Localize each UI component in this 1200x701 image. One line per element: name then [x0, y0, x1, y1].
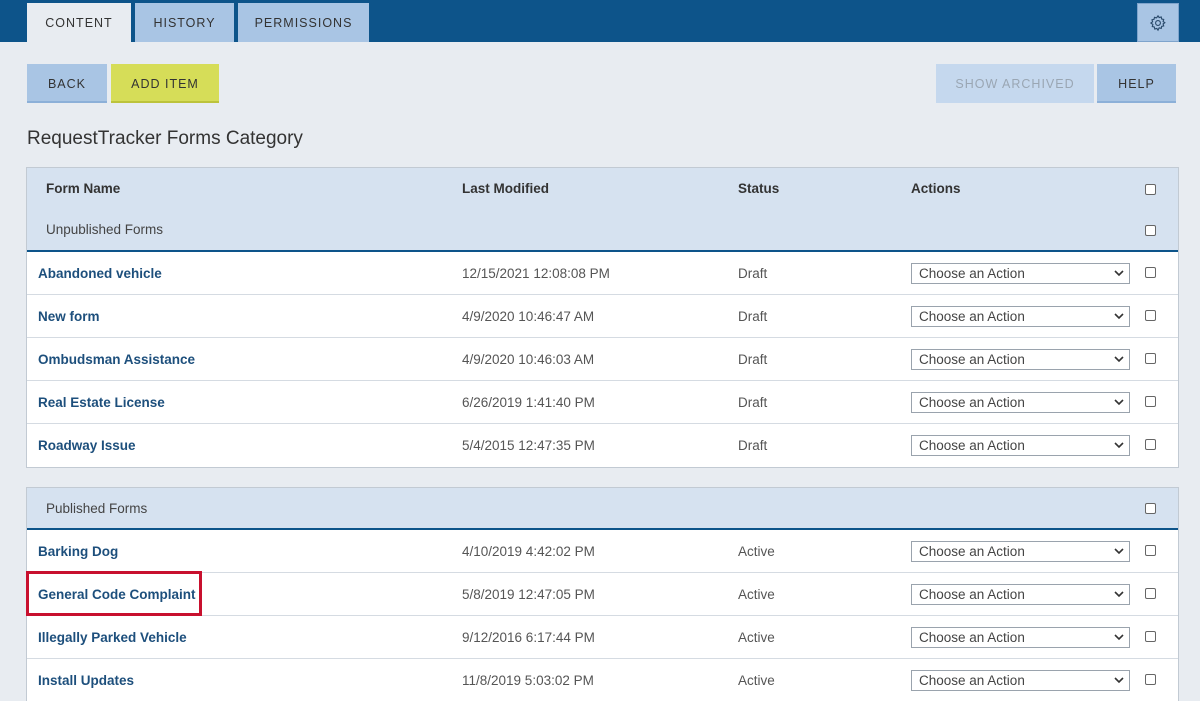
status: Active	[738, 586, 775, 602]
column-header-last-modified: Last Modified	[462, 181, 549, 196]
action-select-value: Choose an Action	[919, 544, 1025, 559]
action-select-value: Choose an Action	[919, 266, 1025, 281]
table-body: Barking Dog 4/10/2019 4:42:02 PM Active …	[27, 530, 1178, 701]
chevron-down-icon	[1114, 677, 1124, 684]
last-modified: 11/8/2019 5:03:02 PM	[462, 673, 594, 688]
tab-content[interactable]: CONTENT	[27, 3, 131, 42]
action-select-value: Choose an Action	[919, 352, 1025, 367]
group-checkbox-published[interactable]	[1145, 503, 1156, 514]
row-checkbox[interactable]	[1145, 545, 1156, 556]
show-archived-button[interactable]: SHOW ARCHIVED	[936, 64, 1094, 103]
table-row: Roadway Issue 5/4/2015 12:47:35 PM Draft…	[27, 424, 1178, 467]
form-link[interactable]: Install Updates	[38, 659, 134, 701]
select-all-checkbox[interactable]	[1145, 184, 1156, 195]
tab-permissions[interactable]: PERMISSIONS	[238, 3, 369, 42]
status: Draft	[738, 351, 768, 367]
table-row: Real Estate License 6/26/2019 1:41:40 PM…	[27, 381, 1178, 424]
table-row: Ombudsman Assistance 4/9/2020 10:46:03 A…	[27, 338, 1178, 381]
tab-history[interactable]: HISTORY	[135, 3, 234, 42]
table-row: Abandoned vehicle 12/15/2021 12:08:08 PM…	[27, 252, 1178, 295]
last-modified: 12/15/2021 12:08:08 PM	[462, 265, 610, 281]
row-checkbox[interactable]	[1145, 396, 1156, 407]
table-row: New form 4/9/2020 10:46:47 AM Draft Choo…	[27, 295, 1178, 338]
action-select[interactable]: Choose an Action	[911, 392, 1130, 413]
last-modified: 5/4/2015 12:47:35 PM	[462, 438, 595, 453]
row-checkbox[interactable]	[1145, 267, 1156, 278]
form-link[interactable]: Real Estate License	[38, 381, 165, 423]
chevron-down-icon	[1114, 313, 1124, 320]
chevron-down-icon	[1114, 548, 1124, 555]
status: Draft	[738, 265, 768, 281]
status: Draft	[738, 394, 768, 410]
table-row: General Code Complaint 5/8/2019 12:47:05…	[27, 573, 1178, 616]
chevron-down-icon	[1114, 442, 1124, 449]
last-modified: 4/9/2020 10:46:47 AM	[462, 308, 595, 324]
action-select[interactable]: Choose an Action	[911, 349, 1130, 370]
form-link[interactable]: New form	[38, 295, 100, 337]
column-header-form-name: Form Name	[46, 181, 121, 196]
table-body: Abandoned vehicle 12/15/2021 12:08:08 PM…	[27, 252, 1178, 467]
back-button[interactable]: BACK	[27, 64, 107, 103]
action-select-value: Choose an Action	[919, 438, 1025, 453]
help-button[interactable]: HELP	[1097, 64, 1176, 103]
group-checkbox-unpublished[interactable]	[1145, 225, 1156, 236]
row-checkbox[interactable]	[1145, 353, 1156, 364]
action-select-value: Choose an Action	[919, 673, 1025, 688]
form-link[interactable]: Roadway Issue	[38, 424, 136, 467]
table-row: Illegally Parked Vehicle 9/12/2016 6:17:…	[27, 616, 1178, 659]
action-select[interactable]: Choose an Action	[911, 263, 1130, 284]
unpublished-forms-table: Form Name Last Modified Status Actions U…	[26, 167, 1179, 468]
action-select[interactable]: Choose an Action	[911, 627, 1130, 648]
action-select-value: Choose an Action	[919, 395, 1025, 410]
status: Active	[738, 673, 775, 688]
published-forms-table: Published Forms Barking Dog 4/10/2019 4:…	[26, 487, 1179, 701]
chevron-down-icon	[1114, 399, 1124, 406]
last-modified: 9/12/2016 6:17:44 PM	[462, 629, 595, 645]
chevron-down-icon	[1114, 591, 1124, 598]
form-link[interactable]: General Code Complaint	[38, 573, 196, 615]
add-item-button[interactable]: ADD ITEM	[111, 64, 219, 103]
chevron-down-icon	[1114, 634, 1124, 641]
action-select-value: Choose an Action	[919, 587, 1025, 602]
row-checkbox[interactable]	[1145, 631, 1156, 642]
table-header: Form Name Last Modified Status Actions U…	[27, 168, 1178, 252]
status: Draft	[738, 308, 768, 324]
status: Draft	[738, 438, 768, 453]
chevron-down-icon	[1114, 270, 1124, 277]
row-checkbox[interactable]	[1145, 674, 1156, 685]
status: Active	[738, 543, 775, 559]
top-navigation-bar: CONTENT HISTORY PERMISSIONS	[0, 0, 1200, 42]
form-link[interactable]: Abandoned vehicle	[38, 252, 162, 294]
form-link[interactable]: Illegally Parked Vehicle	[38, 616, 187, 658]
status: Active	[738, 629, 775, 645]
action-select-value: Choose an Action	[919, 309, 1025, 324]
row-checkbox[interactable]	[1145, 439, 1156, 450]
action-select-value: Choose an Action	[919, 630, 1025, 645]
form-link[interactable]: Barking Dog	[38, 530, 118, 572]
form-link[interactable]: Ombudsman Assistance	[38, 338, 195, 380]
last-modified: 5/8/2019 12:47:05 PM	[462, 586, 595, 602]
last-modified: 4/9/2020 10:46:03 AM	[462, 351, 595, 367]
group-label-unpublished: Unpublished Forms	[46, 222, 164, 237]
action-select[interactable]: Choose an Action	[911, 435, 1130, 456]
group-label-published: Published Forms	[46, 500, 148, 516]
settings-button[interactable]	[1137, 3, 1179, 42]
column-header-status: Status	[738, 181, 780, 196]
action-select[interactable]: Choose an Action	[911, 584, 1130, 605]
last-modified: 6/26/2019 1:41:40 PM	[462, 394, 595, 410]
chevron-down-icon	[1114, 356, 1124, 363]
page-title: RequestTracker Forms Category	[27, 128, 303, 149]
row-checkbox[interactable]	[1145, 588, 1156, 599]
table-row: Barking Dog 4/10/2019 4:42:02 PM Active …	[27, 530, 1178, 573]
gear-icon	[1149, 14, 1166, 31]
action-select[interactable]: Choose an Action	[911, 670, 1130, 691]
table-row: Install Updates 11/8/2019 5:03:02 PM Act…	[27, 659, 1178, 701]
table-group-header: Published Forms	[27, 488, 1178, 530]
column-header-actions: Actions	[911, 181, 961, 196]
last-modified: 4/10/2019 4:42:02 PM	[462, 543, 595, 559]
row-checkbox[interactable]	[1145, 310, 1156, 321]
action-select[interactable]: Choose an Action	[911, 541, 1130, 562]
action-select[interactable]: Choose an Action	[911, 306, 1130, 327]
